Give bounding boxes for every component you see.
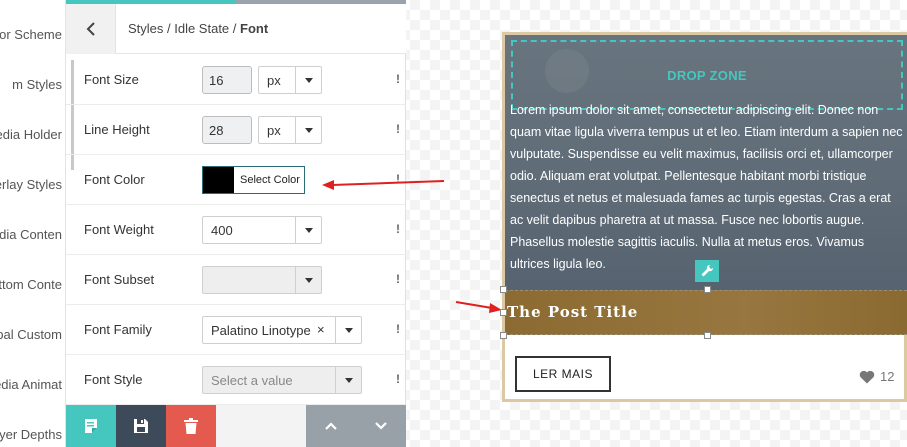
sidebar-item[interactable]: obal Custom xyxy=(0,327,62,342)
edit-element-button[interactable] xyxy=(695,260,719,282)
sidebar-item[interactable]: yer Depths xyxy=(0,427,62,442)
font-subset-label: Font Subset xyxy=(84,272,155,287)
font-weight-select[interactable]: 400 xyxy=(202,216,322,244)
annotation-arrow-post-title xyxy=(455,301,502,313)
sidebar-item[interactable]: olor Scheme xyxy=(0,27,62,42)
delete-button[interactable] xyxy=(166,405,216,447)
drop-zone-label: DROP ZONE xyxy=(667,67,747,83)
font-style-select[interactable]: Select a value xyxy=(202,366,362,394)
font-weight-label: Font Weight xyxy=(84,222,154,237)
warning-icon[interactable]: ! xyxy=(396,72,400,86)
likes-count: 12 xyxy=(880,369,895,384)
likes-counter[interactable]: 12 xyxy=(859,369,894,384)
sidebar-item[interactable]: m Styles xyxy=(0,77,62,92)
font-family-value: Palatino Linotype xyxy=(211,323,311,338)
line-height-label: Line Height xyxy=(84,122,150,137)
read-more-label: LER MAIS xyxy=(532,367,593,381)
font-color-picker[interactable]: Select Color xyxy=(202,166,305,194)
resize-handle[interactable] xyxy=(704,286,711,293)
chevron-down-icon xyxy=(295,267,321,293)
font-style-row: Font Style Select a value ! xyxy=(66,355,406,405)
warning-icon[interactable]: ! xyxy=(396,122,400,136)
toolbar-spacer xyxy=(216,405,306,447)
resize-handle[interactable] xyxy=(500,332,507,339)
post-title-bar[interactable]: The Post Title xyxy=(505,290,907,335)
clear-icon[interactable]: × xyxy=(317,322,325,337)
font-style-label: Font Style xyxy=(84,372,143,387)
card-body-text: Lorem ipsum dolor sit amet, consectetur … xyxy=(510,103,903,271)
move-up-button[interactable] xyxy=(306,405,356,447)
line-height-unit-select[interactable]: px xyxy=(258,116,322,144)
font-family-label: Font Family xyxy=(84,322,152,337)
panel-toolbar xyxy=(66,405,406,447)
line-height-input[interactable]: 28 xyxy=(202,116,252,144)
font-family-select[interactable]: Palatino Linotype × xyxy=(202,316,362,344)
resize-handle[interactable] xyxy=(500,286,507,293)
resize-handle[interactable] xyxy=(704,332,711,339)
notes-button[interactable] xyxy=(66,405,116,447)
warning-icon[interactable]: ! xyxy=(396,372,400,386)
resize-handle[interactable] xyxy=(500,309,507,316)
font-size-unit-select[interactable]: px xyxy=(258,66,322,94)
font-settings-panel: Styles / Idle State / Font Font Size 16 … xyxy=(66,0,406,447)
warning-icon[interactable]: ! xyxy=(396,322,400,336)
font-size-row: Font Size 16 px ! xyxy=(66,55,406,105)
trash-icon xyxy=(184,418,198,434)
save-icon xyxy=(134,419,148,433)
chevron-down-icon xyxy=(295,117,321,143)
annotation-arrow-font-color xyxy=(322,180,445,190)
heart-icon xyxy=(859,370,875,383)
note-icon xyxy=(85,419,97,433)
wrench-icon xyxy=(701,264,714,277)
chevron-left-icon xyxy=(86,22,95,36)
font-subset-row: Font Subset ! xyxy=(66,255,406,305)
breadcrumb: Styles / Idle State / Font xyxy=(128,21,268,36)
sidebar-item[interactable]: edia Holder xyxy=(0,127,62,142)
warning-icon[interactable]: ! xyxy=(396,222,400,236)
font-weight-value: 400 xyxy=(211,223,233,238)
breadcrumb-path: Styles / Idle State / xyxy=(128,21,240,36)
font-size-unit-value: px xyxy=(267,73,281,88)
font-family-row: Font Family Palatino Linotype × ! xyxy=(66,305,406,355)
sidebar-item[interactable]: erlay Styles xyxy=(0,177,62,192)
font-subset-select[interactable] xyxy=(202,266,322,294)
card-image-area: DROP ZONE Lorem ipsum dolor sit amet, co… xyxy=(505,35,907,290)
save-button[interactable] xyxy=(116,405,166,447)
chevron-down-icon xyxy=(375,422,387,430)
breadcrumb-current: Font xyxy=(240,21,269,36)
chevron-down-icon xyxy=(335,367,361,393)
post-title: The Post Title xyxy=(507,303,639,321)
sidebar-item[interactable]: ttom Conte xyxy=(0,277,62,292)
font-weight-row: Font Weight 400 ! xyxy=(66,205,406,255)
read-more-button[interactable]: LER MAIS xyxy=(515,356,611,392)
select-color-button[interactable]: Select Color xyxy=(234,167,300,193)
font-size-input[interactable]: 16 xyxy=(202,66,252,94)
font-style-placeholder: Select a value xyxy=(211,373,293,388)
sidebar-strip: olor Scheme m Styles edia Holder erlay S… xyxy=(0,0,66,447)
font-size-label: Font Size xyxy=(84,72,139,87)
back-button[interactable] xyxy=(66,4,116,54)
chevron-up-icon xyxy=(325,422,337,430)
preview-card: DROP ZONE Lorem ipsum dolor sit amet, co… xyxy=(500,32,907,402)
chevron-down-icon xyxy=(335,317,361,343)
sidebar-item[interactable]: edia Animat xyxy=(0,377,62,392)
line-height-unit-value: px xyxy=(267,123,281,138)
color-swatch xyxy=(203,167,234,193)
chevron-down-icon xyxy=(295,217,321,243)
warning-icon[interactable]: ! xyxy=(396,272,400,286)
line-height-row: Line Height 28 px ! xyxy=(66,105,406,155)
font-color-label: Font Color xyxy=(84,172,145,187)
chevron-down-icon xyxy=(295,67,321,93)
sidebar-item[interactable]: edia Conten xyxy=(0,227,62,242)
panel-header: Styles / Idle State / Font xyxy=(66,4,406,54)
move-down-button[interactable] xyxy=(356,405,406,447)
